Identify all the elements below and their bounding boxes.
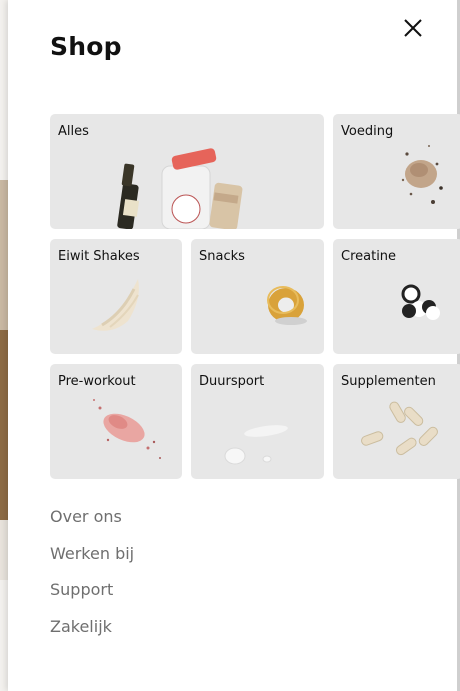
background-image-strip [0, 330, 8, 520]
category-label: Creatine [341, 249, 397, 264]
menu-title: Shop [50, 32, 122, 61]
category-label: Voeding [341, 124, 394, 139]
background-image-strip [0, 520, 8, 580]
background-page [0, 0, 8, 691]
category-tile-alles[interactable]: Alles [50, 114, 324, 229]
category-tile-voeding[interactable]: Voeding [333, 114, 460, 229]
link-support[interactable]: Support [50, 579, 134, 616]
category-tile-eiwit-shakes[interactable]: Eiwit Shakes [50, 239, 182, 354]
product-bottles-image [117, 148, 243, 229]
link-zakelijk[interactable]: Zakelijk [50, 616, 134, 653]
background-image-strip [0, 180, 8, 330]
category-tile-snacks[interactable]: Snacks [191, 239, 324, 354]
footer-links: Over ons Werken bij Support Zakelijk [50, 506, 134, 652]
category-label: Duursport [199, 374, 265, 389]
link-over-ons[interactable]: Over ons [50, 506, 134, 543]
category-label: Pre-workout [58, 374, 136, 389]
category-label: Eiwit Shakes [58, 249, 140, 264]
category-label: Snacks [199, 249, 245, 264]
category-tile-pre-workout[interactable]: Pre-workout [50, 364, 182, 479]
category-label: Supplementen [341, 374, 436, 389]
category-tile-supplementen[interactable]: Supplementen [333, 364, 460, 479]
link-werken-bij[interactable]: Werken bij [50, 543, 134, 580]
close-icon [404, 19, 422, 37]
shop-menu-drawer: Shop Alles Voeding Eiwit Shakes Snacks C… [8, 0, 460, 691]
category-tile-duursport[interactable]: Duursport [191, 364, 324, 479]
category-label: Alles [58, 124, 89, 139]
close-button[interactable] [401, 16, 425, 40]
category-tile-creatine[interactable]: Creatine [333, 239, 460, 354]
